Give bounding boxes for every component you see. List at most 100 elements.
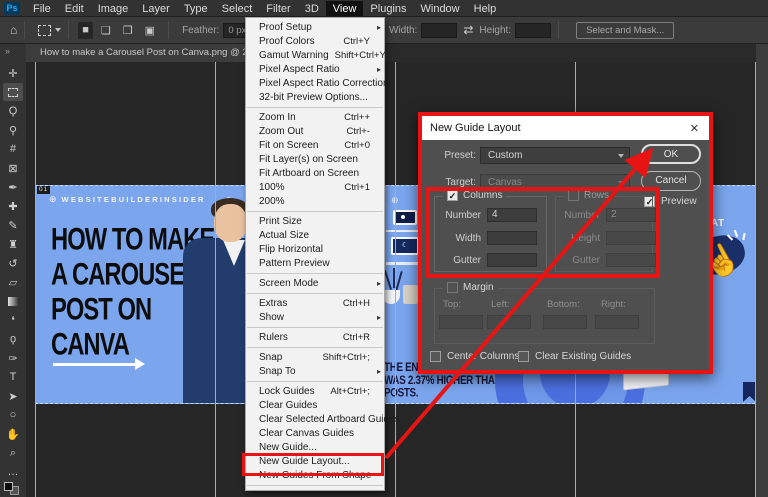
blur-tool[interactable]: ❛ (3, 311, 23, 329)
rectangular-marquee-tool[interactable] (3, 83, 23, 101)
type-tool[interactable]: T (3, 368, 23, 386)
ok-button[interactable]: OK (641, 144, 701, 164)
document-tab[interactable]: How to make a Carousel Post on Canva.png… (26, 44, 276, 62)
marquee-tool-icon[interactable] (38, 25, 51, 36)
guide-line[interactable] (35, 62, 36, 497)
menu-item-extras[interactable]: ExtrasCtrl+H (246, 296, 384, 310)
menu-item-lock-guides[interactable]: Lock GuidesAlt+Ctrl+; (246, 384, 384, 398)
move-tool[interactable]: ✛ (3, 64, 23, 82)
menu-item-zoom-in[interactable]: Zoom InCtrl++ (246, 110, 384, 124)
menu-item-zoom-out[interactable]: Zoom OutCtrl+- (246, 124, 384, 138)
menubar-item-file[interactable]: File (26, 1, 58, 16)
dodge-tool[interactable]: ϙ (3, 330, 23, 348)
menu-item-screen-mode[interactable]: Screen Mode▸ (246, 276, 384, 290)
menu-item-clear-selected-artboard-guides[interactable]: Clear Selected Artboard Guides (246, 412, 384, 426)
width-input[interactable] (421, 23, 457, 38)
guide-line[interactable] (215, 62, 216, 497)
menubar-item-layer[interactable]: Layer (135, 1, 177, 16)
dialog-titlebar[interactable]: New Guide Layout ✕ (422, 116, 709, 140)
menubar-item-3d[interactable]: 3D (298, 1, 326, 16)
menu-item-flip-horizontal[interactable]: Flip Horizontal (246, 242, 384, 256)
select-and-mask-button[interactable]: Select and Mask... (576, 22, 674, 39)
menubar-item-plugins[interactable]: Plugins (363, 1, 413, 16)
menu-item-pixel-aspect-ratio-correction[interactable]: Pixel Aspect Ratio Correction (246, 76, 384, 90)
gradient-tool[interactable] (3, 292, 23, 310)
menu-item-snap-to[interactable]: Snap To▸ (246, 364, 384, 378)
brush-tool[interactable]: ✎ (3, 216, 23, 234)
menubar-item-help[interactable]: Help (467, 1, 504, 16)
menubar-item-filter[interactable]: Filter (259, 1, 297, 16)
marquee-icon (8, 88, 18, 97)
menubar-item-view[interactable]: View (326, 1, 364, 16)
healing-brush-tool[interactable]: ✚ (3, 197, 23, 215)
lasso-tool[interactable]: Ϙ (3, 102, 23, 120)
panel-dock-strip[interactable] (756, 44, 768, 497)
menubar-item-select[interactable]: Select (215, 1, 260, 16)
menu-item-clear-guides[interactable]: Clear Guides (246, 398, 384, 412)
pen-tool[interactable]: ✑ (3, 349, 23, 367)
menubar-item-window[interactable]: Window (414, 1, 467, 16)
margin-checkbox[interactable] (447, 282, 458, 293)
history-brush-tool[interactable]: ↺ (3, 254, 23, 272)
menu-item-32-bit-preview-options[interactable]: 32-bit Preview Options... (246, 90, 384, 104)
menu-item-new-guide[interactable]: New Guide... (246, 440, 384, 454)
illustration-shelf (386, 262, 422, 265)
menubar-item-image[interactable]: Image (91, 1, 136, 16)
clone-stamp-tool[interactable]: ♜ (3, 235, 23, 253)
subtract-from-selection-icon[interactable]: ❐ (119, 22, 137, 39)
path-selection-tool[interactable]: ➤ (3, 387, 23, 405)
close-icon[interactable]: ✕ (688, 122, 701, 135)
menubar-item-type[interactable]: Type (177, 1, 215, 16)
toolbar-expand-icon[interactable]: » (5, 46, 10, 56)
menu-item-pixel-aspect-ratio[interactable]: Pixel Aspect Ratio▸ (246, 62, 384, 76)
zoom-tool[interactable]: ⌕ (3, 444, 23, 462)
color-swatches[interactable] (4, 482, 22, 496)
foreground-color-swatch[interactable] (4, 482, 13, 491)
frame-tool[interactable]: ⊠ (3, 159, 23, 177)
menu-item-100[interactable]: 100%Ctrl+1 (246, 180, 384, 194)
edit-toolbar[interactable]: … (3, 463, 23, 481)
menu-item-gamut-warning[interactable]: Gamut WarningShift+Ctrl+Y (246, 48, 384, 62)
margin-right-label: Right: (601, 299, 626, 310)
shape-tool[interactable]: ○ (3, 406, 23, 424)
eyedropper-tool[interactable]: ✒ (3, 178, 23, 196)
quick-selection-tool[interactable]: ⚲ (3, 121, 23, 139)
intersect-selection-icon[interactable]: ▣ (141, 22, 159, 39)
new-selection-icon[interactable]: ■ (78, 22, 93, 39)
margin-top-label: Top: (443, 299, 461, 310)
center-columns-checkbox[interactable]: Center Columns (430, 351, 519, 362)
clear-existing-guides-checkbox[interactable]: Clear Existing Guides (518, 351, 631, 362)
divider (24, 21, 25, 39)
menu-item-print-size[interactable]: Print Size (246, 214, 384, 228)
eraser-tool[interactable]: ▱ (3, 273, 23, 291)
chevron-down-icon[interactable] (55, 28, 61, 32)
checkbox-icon (430, 351, 441, 362)
preset-dropdown[interactable]: Custom (480, 147, 630, 164)
swap-dimensions-icon[interactable]: ⇄ (463, 23, 473, 37)
menu-item-pattern-preview[interactable]: Pattern Preview (246, 256, 384, 270)
photoshop-logo[interactable]: Ps (4, 2, 20, 15)
divider (68, 21, 69, 39)
crop-tool[interactable]: # (3, 140, 23, 158)
menu-item-fit-artboard-on-screen[interactable]: Fit Artboard on Screen (246, 166, 384, 180)
menu-item-show[interactable]: Show▸ (246, 310, 384, 324)
menu-item-rulers[interactable]: RulersCtrl+R (246, 330, 384, 344)
menu-item-fit-layer-s-on-screen[interactable]: Fit Layer(s) on Screen (246, 152, 384, 166)
guide-line[interactable] (395, 62, 396, 497)
menu-item-200[interactable]: 200% (246, 194, 384, 208)
menu-item-actual-size[interactable]: Actual Size (246, 228, 384, 242)
photoshop-window: Ps FileEditImageLayerTypeSelectFilter3DV… (0, 0, 768, 497)
hand-tool[interactable]: ✋ (3, 425, 23, 443)
menu-item-proof-setup[interactable]: Proof Setup▸ (246, 20, 384, 34)
menu-item-clear-canvas-guides[interactable]: Clear Canvas Guides (246, 426, 384, 440)
menubar-item-edit[interactable]: Edit (58, 1, 91, 16)
height-input[interactable] (515, 23, 551, 38)
menu-separator (247, 273, 383, 274)
menu-item-fit-on-screen[interactable]: Fit on ScreenCtrl+0 (246, 138, 384, 152)
menu-separator (247, 381, 383, 382)
home-icon[interactable]: ⌂ (10, 23, 17, 37)
menu-item-snap[interactable]: SnapShift+Ctrl+; (246, 350, 384, 364)
menu-item-proof-colors[interactable]: Proof ColorsCtrl+Y (246, 34, 384, 48)
add-to-selection-icon[interactable]: ❏ (97, 22, 115, 39)
gradient-icon (8, 297, 19, 306)
